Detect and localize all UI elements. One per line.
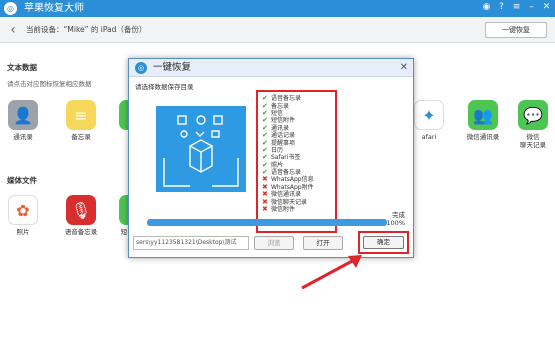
notes-icon: ≡: [66, 100, 96, 130]
app-notes[interactable]: ≡ 备忘录: [62, 100, 100, 146]
progress-bar: [147, 219, 387, 226]
annotation-arrow-icon: [301, 255, 362, 290]
app-label: afari: [421, 133, 437, 141]
device-label: 当前设备：“Mike” 的 iPad（备份）: [26, 25, 147, 34]
restore-item: ✔ 通话记录: [262, 132, 331, 140]
app-label: 微信 聊天记录: [520, 133, 546, 149]
restore-item: ✖ 微信附件: [262, 205, 331, 214]
restore-items-list: ✔ 语音备忘录 ✔ 备忘录 ✔ 短信 ✔ 短信附件 ✔ 通讯录 ✔ 通话记录 ✔ 提醒事项 ✔ 日历 ✔ Safa…: [256, 90, 337, 233]
text-section-hint: 请点击对应图标恢复相应数据: [7, 80, 92, 88]
app-label: 通讯录: [13, 133, 33, 141]
help-icon[interactable]: ?: [496, 2, 507, 13]
restore-item: ✔ 语音备忘录: [262, 95, 331, 103]
restore-item-label: 备忘录: [271, 102, 290, 110]
app-label: 备忘录: [71, 133, 91, 141]
restore-item-label: 通话记录: [271, 132, 296, 140]
restore-item: ✔ 备忘录: [262, 102, 331, 110]
restore-item-label: WhatsApp附件: [271, 183, 314, 191]
recovery-logo-icon: ◎: [4, 2, 17, 15]
wechat-contacts-icon: 👥: [468, 100, 498, 130]
restore-item: ✔ 照片: [262, 161, 331, 169]
app-label: 语音备忘录: [64, 228, 98, 236]
close-icon[interactable]: ✕: [541, 2, 552, 13]
restore-item-label: 照片: [271, 161, 284, 169]
recovery-logo-icon: ◎: [135, 62, 147, 74]
app-title: 苹果恢复大师: [24, 3, 84, 14]
restore-item-label: 微信通讯录: [271, 191, 302, 199]
restore-item: ✖ 微信聊天记录: [262, 198, 331, 206]
app-wechat-contacts[interactable]: 👥 微信通讯录: [460, 100, 506, 146]
restore-item: ✔ 提醒事项: [262, 139, 331, 147]
progress-status: 完成: [392, 211, 405, 219]
restore-item: ✔ 通讯录: [262, 124, 331, 132]
ok-button[interactable]: 确定: [363, 236, 404, 249]
close-icon[interactable]: ✕: [400, 61, 408, 74]
wechat-chat-icon: 💬: [518, 100, 548, 130]
cross-icon: ✖: [262, 205, 268, 214]
restore-item-label: Safari书签: [271, 154, 301, 162]
restore-illustration-icon: [163, 115, 239, 187]
restore-item-label: 语音备忘录: [271, 95, 302, 103]
app-photos[interactable]: ✿ 照片: [4, 195, 42, 241]
open-button[interactable]: 打开: [303, 236, 343, 250]
restore-item-label: 日历: [271, 146, 284, 154]
restore-item-label: 提醒事项: [271, 139, 296, 147]
photos-icon: ✿: [8, 195, 38, 225]
minimize-icon[interactable]: –: [526, 2, 537, 13]
window-controls: ◉ ? ≡ – ✕: [481, 2, 552, 13]
weibo-icon[interactable]: ◉: [481, 2, 492, 13]
restore-button-label: 一键恢复: [502, 26, 530, 34]
restore-item-label: 微信附件: [271, 206, 296, 214]
app-voice-memo[interactable]: 🎙 语音备忘录: [58, 195, 104, 241]
progress-fill: [147, 219, 387, 226]
restore-item-label: 短信: [271, 109, 284, 117]
restore-item-label: 微信聊天记录: [271, 198, 308, 206]
progress-percent: 100%: [386, 219, 405, 227]
restore-dialog: ◎ 一键恢复 ✕ 请选择数据保存目录 ✔ 语音备忘录 ✔ 备忘录 ✔ 短信 ✔ 短信附件 ✔ 通讯…: [128, 58, 414, 258]
back-button[interactable]: ‹: [6, 21, 20, 39]
restore-illustration: [156, 106, 246, 192]
app-label: 微信通讯录: [466, 133, 500, 141]
voice-memo-icon: 🎙: [66, 195, 96, 225]
restore-item-label: 通讯录: [271, 124, 290, 132]
app-contacts[interactable]: 👤 通讯录: [4, 100, 42, 146]
text-section-title: 文本数据: [7, 63, 37, 72]
safari-icon: ✦: [414, 100, 444, 130]
dialog-title: 一键恢复: [153, 62, 192, 73]
dialog-header: ◎ 一键恢复 ✕: [129, 59, 413, 77]
app-label: 照片: [16, 228, 30, 236]
title-bar: ◎ 苹果恢复大师 ◉ ? ≡ – ✕: [0, 0, 555, 17]
ok-button-highlight: 确定: [358, 231, 409, 254]
restore-item: ✖ WhatsApp附件: [262, 183, 331, 191]
restore-item: ✖ WhatsApp信息: [262, 176, 331, 184]
toolbar: ‹ 当前设备：“Mike” 的 iPad（备份） 一键恢复: [0, 17, 555, 43]
restore-item-label: 短信附件: [271, 117, 296, 125]
app-safari[interactable]: ✦ afari: [410, 100, 448, 146]
restore-item: ✔ 短信附件: [262, 117, 331, 125]
restore-item: ✔ Safari书签: [262, 154, 331, 162]
media-section-title: 媒体文件: [7, 176, 37, 185]
app-wechat-chat[interactable]: 💬 微信 聊天记录: [512, 100, 554, 149]
menu-icon[interactable]: ≡: [511, 2, 522, 13]
dialog-subtitle: 请选择数据保存目录: [135, 83, 194, 91]
contacts-icon: 👤: [8, 100, 38, 130]
restore-item-label: WhatsApp信息: [271, 176, 314, 184]
one-click-restore-button[interactable]: 一键恢复: [485, 22, 547, 38]
save-path-input[interactable]: sers\yy1123581321\Desktop\测试: [133, 236, 249, 250]
restore-item: ✖ 微信通讯录: [262, 191, 331, 199]
browse-button[interactable]: 浏览: [254, 236, 294, 250]
